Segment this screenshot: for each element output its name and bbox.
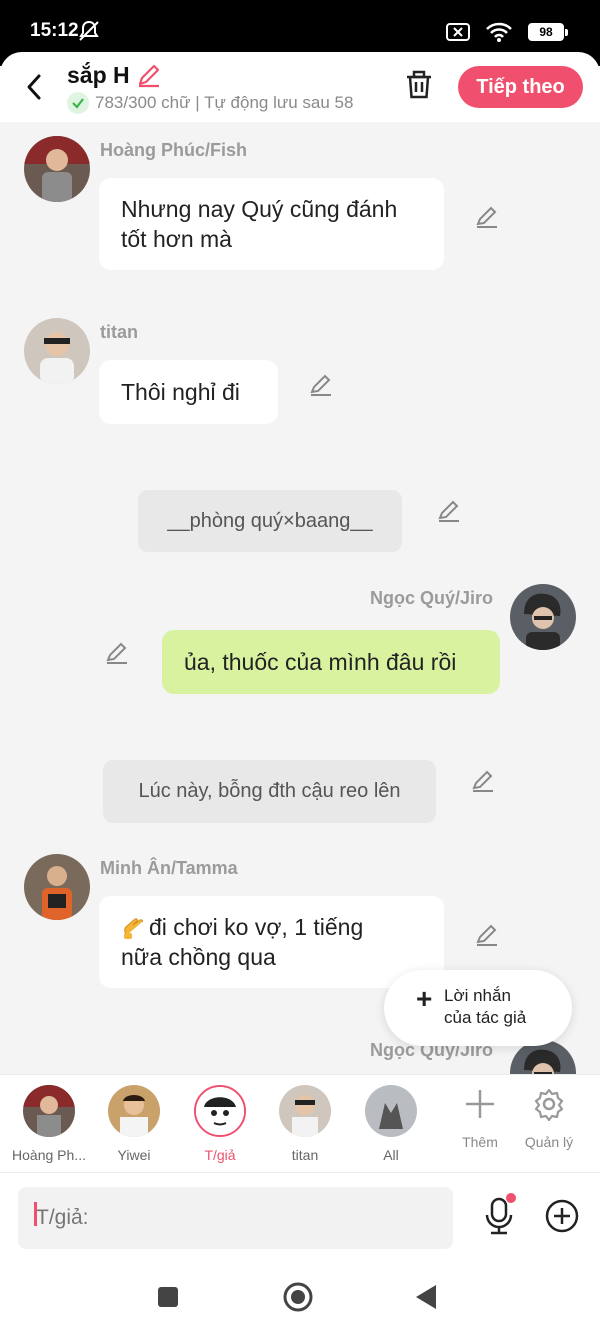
character-item[interactable]: Hoàng Ph... — [9, 1085, 89, 1163]
add-label: Thêm — [462, 1134, 498, 1150]
character-label: All — [383, 1147, 399, 1163]
avatar[interactable] — [24, 854, 90, 920]
text-cursor — [34, 1202, 37, 1226]
author-note-line1: Lời nhắn — [444, 986, 511, 1005]
manage-label: Quản lý — [524, 1134, 574, 1150]
narration-bubble[interactable]: __phòng quý×baang__ — [138, 490, 402, 552]
clock: 15:12 — [30, 20, 79, 41]
plus-icon: + — [416, 983, 433, 1014]
bubble-text-line: Nhưng nay Quý cũng đánh — [121, 196, 398, 222]
character-item[interactable]: Yiwei — [94, 1085, 174, 1163]
page-title[interactable]: sắp H — [67, 62, 130, 89]
avatar[interactable] — [510, 584, 576, 650]
edit-icon[interactable] — [308, 372, 334, 398]
back-nav-icon[interactable] — [414, 1284, 438, 1310]
character-label: Yiwei — [117, 1147, 151, 1163]
edit-icon[interactable] — [470, 768, 496, 794]
character-name: Ngọc Quý/Jiro — [370, 588, 494, 608]
character-item[interactable]: All — [351, 1085, 431, 1163]
chat-bubble[interactable]: Nhưng nay Quý cũng đánh tốt hơn mà — [99, 178, 444, 270]
battery-icon: 98 — [528, 23, 568, 41]
editor-header: sắp H 783/300 chữ | Tự động lưu sau 58 T… — [0, 52, 600, 122]
bell-muted-icon — [79, 20, 99, 41]
system-nav-bar — [0, 1260, 600, 1333]
edit-title-icon[interactable] — [135, 61, 163, 89]
trash-icon[interactable] — [402, 68, 436, 102]
edit-icon[interactable] — [474, 204, 500, 230]
character-label: titan — [291, 1147, 319, 1163]
next-button[interactable]: Tiếp theo — [458, 66, 583, 108]
input-bar — [0, 1172, 600, 1260]
sim-off-icon — [446, 23, 470, 41]
avatar[interactable] — [24, 136, 90, 202]
waving-hand-icon — [124, 918, 143, 939]
avatar — [108, 1085, 160, 1137]
word-count-text: 783/300 chữ | Tự động lưu sau 58 — [95, 93, 354, 112]
author-note-line2: của tác giả — [444, 1008, 527, 1027]
save-status: 783/300 chữ | Tự động lưu sau 58 — [67, 92, 353, 114]
avatar — [23, 1085, 75, 1137]
character-label: Hoàng Ph... — [12, 1147, 86, 1163]
edit-icon[interactable] — [104, 640, 130, 666]
character-item[interactable]: titan — [265, 1085, 345, 1163]
character-name: titan — [100, 322, 138, 342]
bubble-text: Thôi nghỉ đi — [121, 379, 240, 405]
chat-bubble[interactable]: Thôi nghỉ đi — [99, 360, 278, 424]
add-character-button[interactable]: Thêm — [440, 1087, 520, 1150]
home-icon[interactable] — [282, 1281, 314, 1313]
narration-text: Lúc này, bỗng đth cậu reo lên — [138, 780, 401, 802]
gear-icon — [534, 1088, 564, 1122]
character-item-selected[interactable]: T/giả — [180, 1085, 260, 1163]
message-input[interactable] — [18, 1187, 453, 1249]
avatar[interactable] — [24, 318, 90, 384]
avatar — [365, 1085, 417, 1137]
recent-apps-icon[interactable] — [157, 1286, 179, 1308]
avatar — [194, 1085, 246, 1137]
narration-bubble[interactable]: Lúc này, bỗng đth cậu reo lên — [103, 760, 436, 823]
check-icon — [67, 92, 89, 114]
character-selector: Hoàng Ph... Yiwei T/giả titan All Thêm Q… — [0, 1074, 600, 1172]
edit-icon[interactable] — [436, 498, 462, 524]
bubble-text-line: đi chơi ko vợ, 1 tiếng — [121, 912, 363, 942]
manage-button[interactable]: Quản lý — [509, 1087, 589, 1150]
back-icon[interactable] — [20, 70, 50, 104]
bubble-text-line: tốt hơn mà — [121, 226, 232, 252]
battery-level: 98 — [539, 25, 553, 39]
bubble-text-inline: đi chơi ko vợ, 1 tiếng — [149, 914, 364, 940]
plus-icon — [466, 1090, 494, 1118]
avatar — [279, 1085, 331, 1137]
narration-text: __phòng quý×baang__ — [167, 509, 373, 532]
character-name: Hoàng Phúc/Fish — [100, 140, 248, 160]
bubble-text-line: nữa chồng qua — [121, 944, 276, 970]
wifi-icon — [486, 22, 512, 42]
edit-icon[interactable] — [474, 922, 500, 948]
microphone-icon[interactable] — [482, 1193, 516, 1237]
add-circle-icon[interactable] — [545, 1199, 579, 1233]
chat-bubble[interactable]: ủa, thuốc của mình đâu rồi — [162, 630, 500, 694]
author-note-button[interactable]: + Lời nhắn của tác giả — [384, 970, 572, 1046]
bubble-text: ủa, thuốc của mình đâu rồi — [184, 649, 457, 675]
chat-area[interactable]: Hoàng Phúc/Fish Nhưng nay Quý cũng đánh … — [0, 122, 600, 1074]
chat-bubble[interactable]: đi chơi ko vợ, 1 tiếng nữa chồng qua — [99, 896, 444, 988]
character-label: T/giả — [204, 1147, 236, 1163]
character-name: Minh Ân/Tamma — [100, 858, 238, 878]
